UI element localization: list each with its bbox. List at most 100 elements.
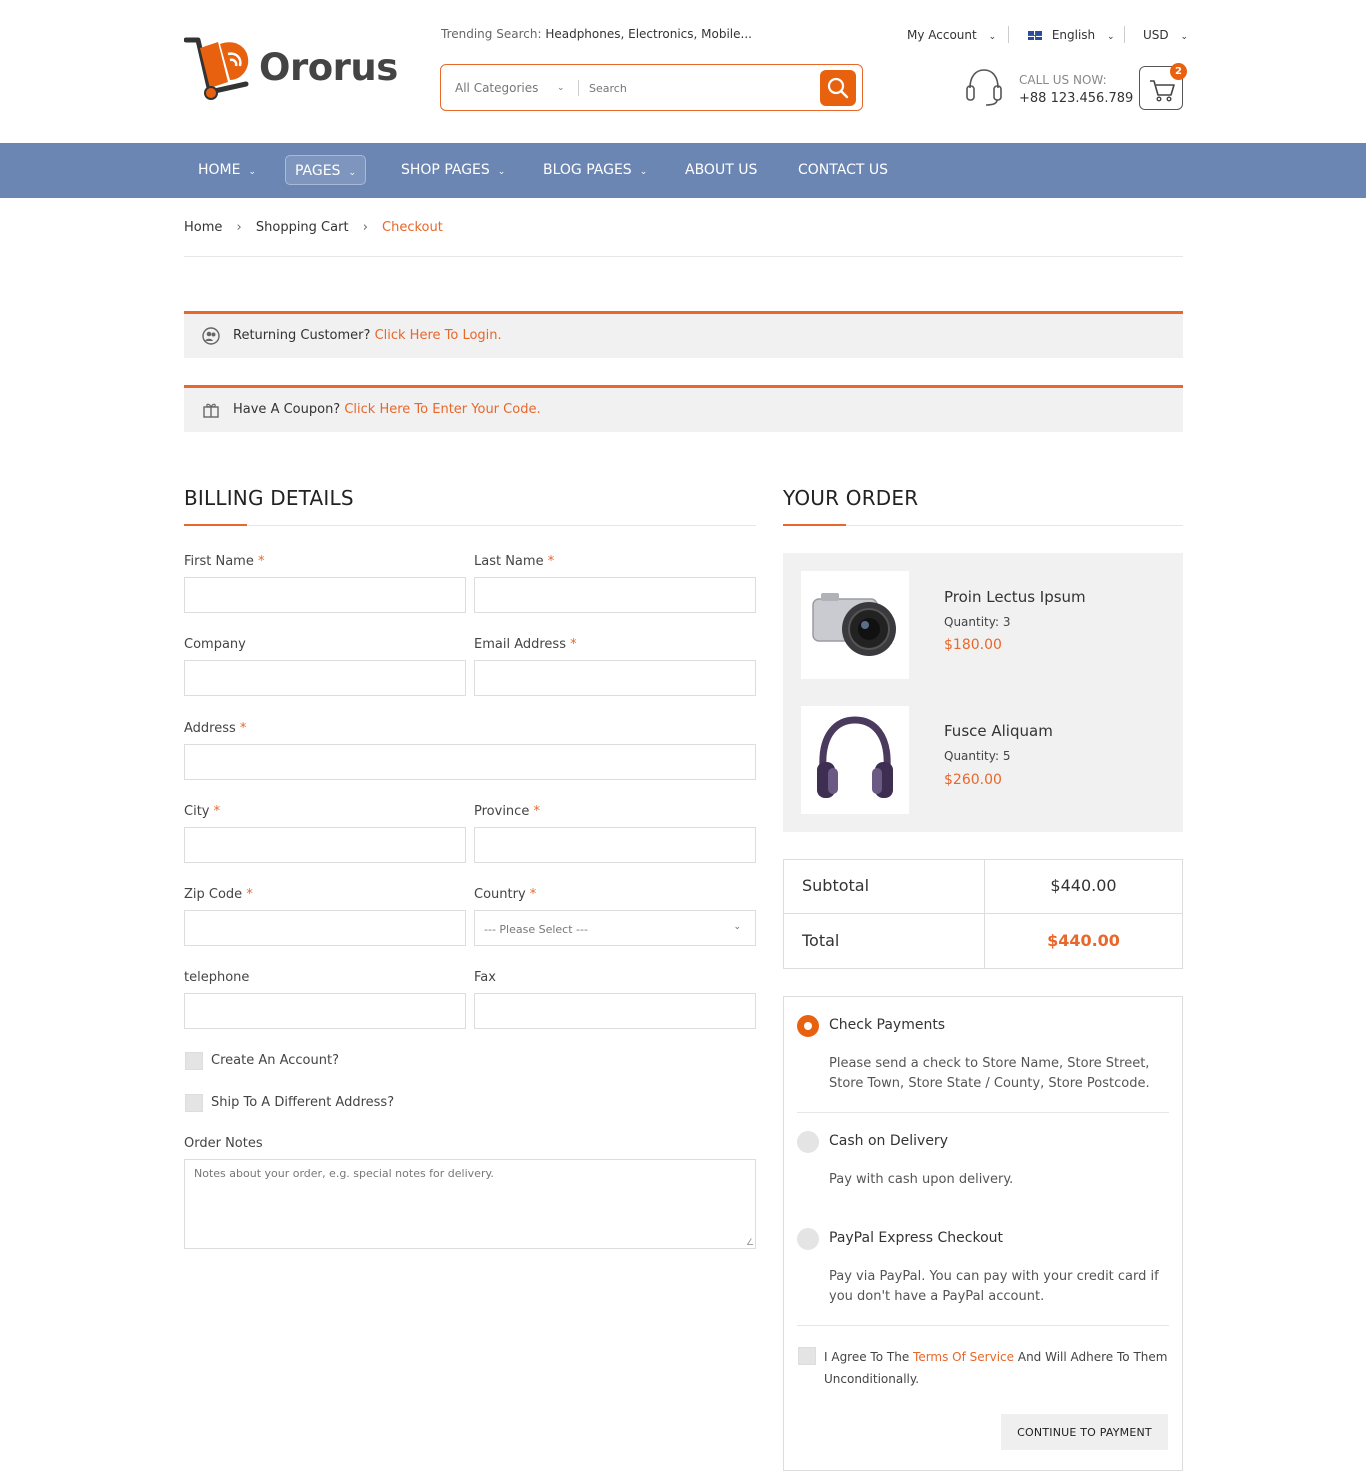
search-bar: All Categories ⌄ xyxy=(440,64,863,111)
coupon-notice: Have A Coupon? Click Here To Enter Your … xyxy=(184,385,1183,432)
first-name-field[interactable] xyxy=(184,577,466,613)
divider xyxy=(184,525,756,526)
order-notes-textarea[interactable]: Notes about your order, e.g. special not… xyxy=(184,1159,756,1249)
nav-label: HOME xyxy=(198,162,241,178)
payment-method-title[interactable]: Cash on Delivery xyxy=(829,1133,948,1149)
fax-label: Fax xyxy=(474,970,496,985)
telephone-label: telephone xyxy=(184,970,250,985)
total-row: Total $440.00 xyxy=(784,915,1182,969)
subtotal-value: $440.00 xyxy=(1050,876,1117,895)
last-name-field[interactable] xyxy=(474,577,756,613)
product-price: $180.00 xyxy=(944,637,1002,653)
email-field[interactable] xyxy=(474,660,756,696)
fax-field[interactable] xyxy=(474,993,756,1029)
product-name[interactable]: Proin Lectus Ipsum xyxy=(944,588,1086,606)
call-number[interactable]: +88 123.456.789 xyxy=(1019,91,1133,106)
chevron-right-icon: › xyxy=(236,220,242,235)
logo-text: Ororus xyxy=(259,46,398,89)
coupon-link[interactable]: Click Here To Enter Your Code. xyxy=(344,402,540,417)
terms-link[interactable]: Terms Of Service xyxy=(913,1350,1014,1364)
telephone-field[interactable] xyxy=(184,993,466,1029)
nav-shop-pages[interactable]: SHOP PAGES ⌄ xyxy=(401,143,505,198)
chevron-down-icon: ⌄ xyxy=(248,167,257,177)
my-account-menu[interactable]: My Account ⌄ xyxy=(907,28,996,42)
chevron-down-icon: ⌄ xyxy=(497,167,506,177)
call-label: CALL US NOW: xyxy=(1019,73,1107,87)
divider xyxy=(1124,26,1125,43)
logo[interactable]: Ororus xyxy=(184,34,398,102)
cash-on-delivery-radio[interactable] xyxy=(797,1131,819,1153)
ship-different-label: Ship To A Different Address? xyxy=(211,1095,395,1110)
cart-logo-icon xyxy=(184,37,249,100)
total-value: $440.00 xyxy=(1047,931,1120,950)
nav-label: SHOP PAGES xyxy=(401,162,490,178)
nav-pages[interactable]: PAGES ⌄ xyxy=(285,155,366,185)
uk-flag-icon xyxy=(1028,31,1042,40)
nav-blog-pages[interactable]: BLOG PAGES ⌄ xyxy=(543,143,647,198)
nav-contact-us[interactable]: CONTACT US xyxy=(798,143,888,198)
notice-text: Have A Coupon? xyxy=(233,402,341,417)
terms-prefix: I Agree To The xyxy=(824,1350,910,1364)
currency-menu[interactable]: USD ⌄ xyxy=(1143,28,1188,42)
cart-count-badge: 2 xyxy=(1170,63,1187,80)
zip-field[interactable] xyxy=(184,910,466,946)
company-field[interactable] xyxy=(184,660,466,696)
country-label: Country * xyxy=(474,887,537,902)
terms-checkbox[interactable] xyxy=(798,1347,816,1365)
city-field[interactable] xyxy=(184,827,466,863)
create-account-label: Create An Account? xyxy=(211,1053,339,1068)
check-payments-radio[interactable] xyxy=(797,1015,819,1037)
city-label: City * xyxy=(184,804,221,819)
ship-different-checkbox[interactable] xyxy=(185,1094,203,1112)
subtotal-row: Subtotal $440.00 xyxy=(784,860,1182,914)
nav-label: CONTACT US xyxy=(798,162,888,178)
headphones-image xyxy=(817,716,893,798)
main-nav: HOME ⌄ PAGES ⌄ SHOP PAGES ⌄ BLOG PAGES ⌄ ABO… xyxy=(0,143,1366,198)
breadcrumb-home[interactable]: Home xyxy=(184,220,222,235)
nav-about-us[interactable]: ABOUT US xyxy=(685,143,757,198)
camera-image xyxy=(812,593,896,656)
currency-label: USD xyxy=(1143,28,1169,42)
paypal-radio[interactable] xyxy=(797,1228,819,1250)
product-quantity: Quantity: 5 xyxy=(944,749,1011,763)
resize-handle-icon[interactable]: ∠ xyxy=(746,1238,754,1248)
category-select[interactable]: All Categories xyxy=(455,81,538,95)
nav-label: ABOUT US xyxy=(685,162,758,178)
zip-label: Zip Code * xyxy=(184,887,253,902)
province-label: Province * xyxy=(474,804,540,819)
payment-method-title[interactable]: Check Payments xyxy=(829,1017,945,1033)
divider xyxy=(578,80,579,96)
chevron-down-icon: ⌄ xyxy=(1180,32,1189,42)
product-thumbnail[interactable] xyxy=(801,571,909,679)
chevron-down-icon: ⌄ xyxy=(639,167,648,177)
search-input[interactable] xyxy=(589,75,809,101)
order-totals: Subtotal $440.00 Total $440.00 xyxy=(783,859,1183,969)
product-price: $260.00 xyxy=(944,772,1002,788)
product-thumbnail[interactable] xyxy=(801,706,909,814)
nav-label: PAGES xyxy=(294,163,341,179)
chevron-down-icon: ⌄ xyxy=(1107,32,1115,42)
create-account-checkbox[interactable] xyxy=(185,1052,203,1070)
breadcrumb-shopping-cart[interactable]: Shopping Cart xyxy=(256,220,349,235)
language-menu[interactable]: English ⌄ xyxy=(1028,28,1115,42)
search-icon xyxy=(827,77,849,99)
payment-method-title[interactable]: PayPal Express Checkout xyxy=(829,1230,1003,1246)
country-select[interactable]: --- Please Select --- ⌄ xyxy=(474,910,756,946)
trending-terms[interactable]: Headphones, Electronics, Mobile... xyxy=(545,27,752,41)
login-link[interactable]: Click Here To Login. xyxy=(375,328,502,343)
headset-icon xyxy=(966,69,1002,106)
chevron-down-icon: ⌄ xyxy=(348,168,356,178)
gift-icon xyxy=(203,403,219,418)
product-name[interactable]: Fusce Aliquam xyxy=(944,722,1053,740)
continue-to-payment-button[interactable]: CONTINUE TO PAYMENT xyxy=(1001,1414,1168,1450)
province-field[interactable] xyxy=(474,827,756,863)
nav-home[interactable]: HOME ⌄ xyxy=(198,143,256,198)
breadcrumb-checkout: Checkout xyxy=(382,220,443,235)
divider xyxy=(797,1112,1169,1113)
chevron-right-icon: › xyxy=(362,220,368,235)
divider xyxy=(1008,26,1009,43)
search-button[interactable] xyxy=(820,70,856,106)
order-items: Proin Lectus Ipsum Quantity: 3 $180.00 F… xyxy=(783,553,1183,832)
address-field[interactable] xyxy=(184,744,756,780)
address-label: Address * xyxy=(184,721,247,736)
